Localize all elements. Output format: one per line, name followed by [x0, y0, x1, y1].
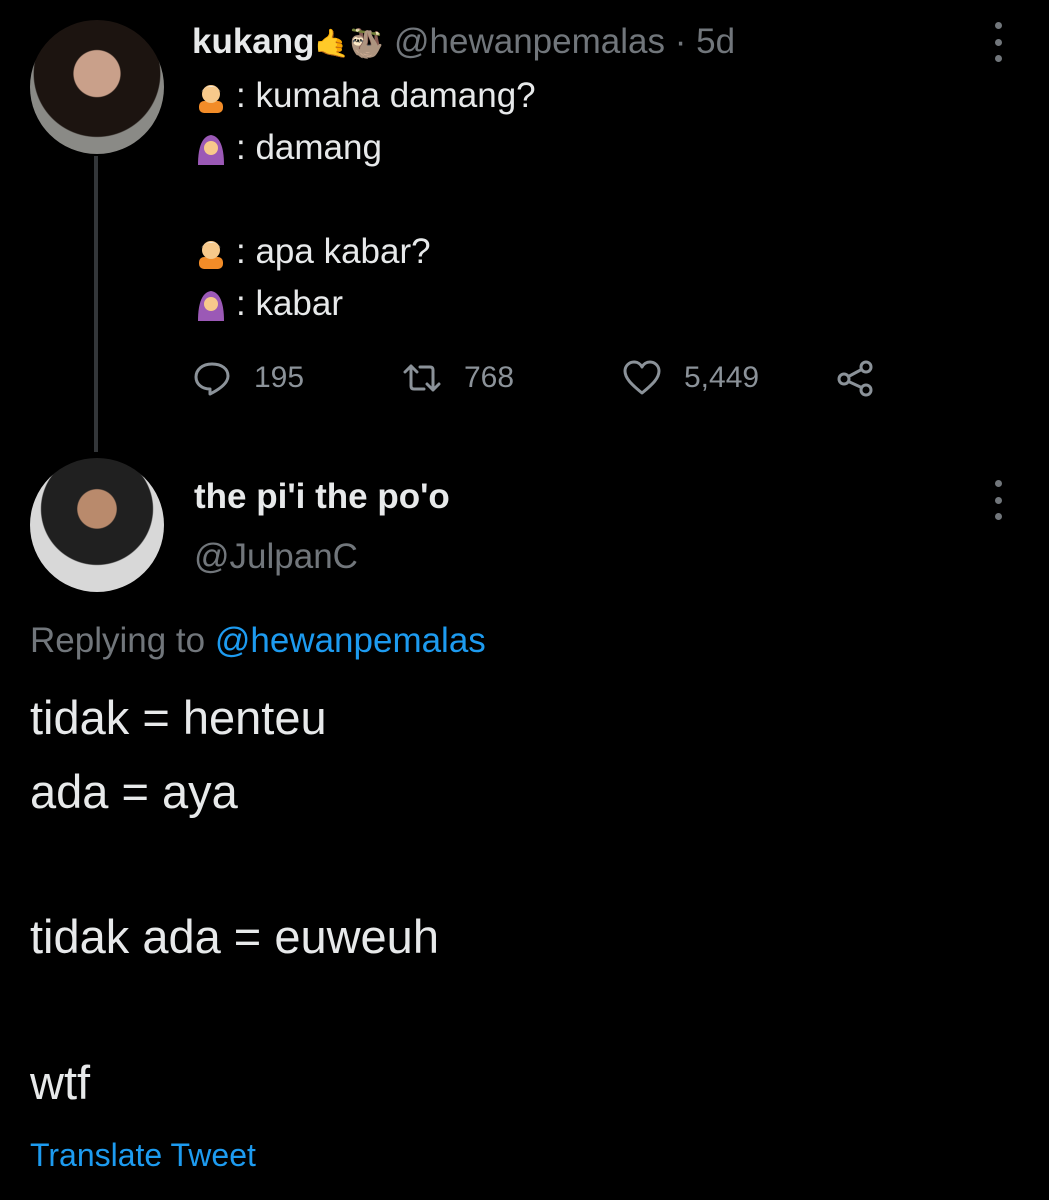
more-options-icon[interactable]	[983, 22, 1013, 62]
tweet-actions: 195 768 5,449	[0, 356, 1049, 400]
replying-to-link[interactable]: @hewanpemalas	[215, 621, 486, 660]
avatar[interactable]	[30, 458, 164, 592]
translate-tweet-link[interactable]: Translate Tweet	[30, 1133, 256, 1177]
person-white-hair-emoji-icon	[194, 235, 228, 269]
tweet-time[interactable]: 5d	[696, 22, 735, 61]
woman-headscarf-emoji-icon	[194, 287, 228, 321]
retweet-count: 768	[464, 361, 515, 394]
tweet-body-line: ada = aya	[30, 765, 238, 818]
like-count: 5,449	[684, 361, 760, 394]
share-icon	[837, 360, 873, 397]
reply-count: 195	[254, 361, 305, 394]
tweet-text-line: : kabar	[194, 282, 343, 326]
tweet-text-line: : apa kabar?	[194, 230, 431, 274]
separator-dot: ·	[674, 22, 687, 61]
person-white-hair-emoji-icon	[194, 79, 228, 113]
tweet-text-line: : kumaha damang?	[194, 74, 536, 118]
reply-button[interactable]: 195	[192, 358, 304, 398]
tweet-body-line: tidak = henteu	[30, 691, 327, 744]
like-button[interactable]: 5,449	[622, 358, 759, 398]
tweet-body-line: wtf	[30, 1056, 91, 1109]
woman-headscarf-emoji-icon	[194, 131, 228, 165]
avatar[interactable]	[30, 20, 164, 154]
tweet-header: kukang🤙🦥 @hewanpemalas · 5d	[192, 20, 735, 66]
author-handle[interactable]: @JulpanC	[194, 535, 358, 579]
thread-connector-line	[94, 156, 98, 452]
tweet-text-line: : damang	[194, 126, 382, 170]
share-button[interactable]	[835, 358, 875, 398]
author-handle[interactable]: @hewanpemalas	[394, 22, 665, 61]
heart-icon	[623, 360, 661, 395]
tweet-body-line: tidak ada = euweuh	[30, 910, 439, 963]
reply-icon	[194, 362, 230, 396]
author-name[interactable]: the pi'i the po'o	[194, 475, 450, 519]
more-options-icon[interactable]	[983, 480, 1013, 520]
author-name[interactable]: kukang	[192, 22, 315, 61]
replying-to: Replying to @hewanpemalas	[30, 621, 486, 660]
retweet-icon	[403, 364, 441, 392]
name-emoji: 🤙🦥	[314, 28, 385, 59]
retweet-button[interactable]: 768	[402, 358, 514, 398]
